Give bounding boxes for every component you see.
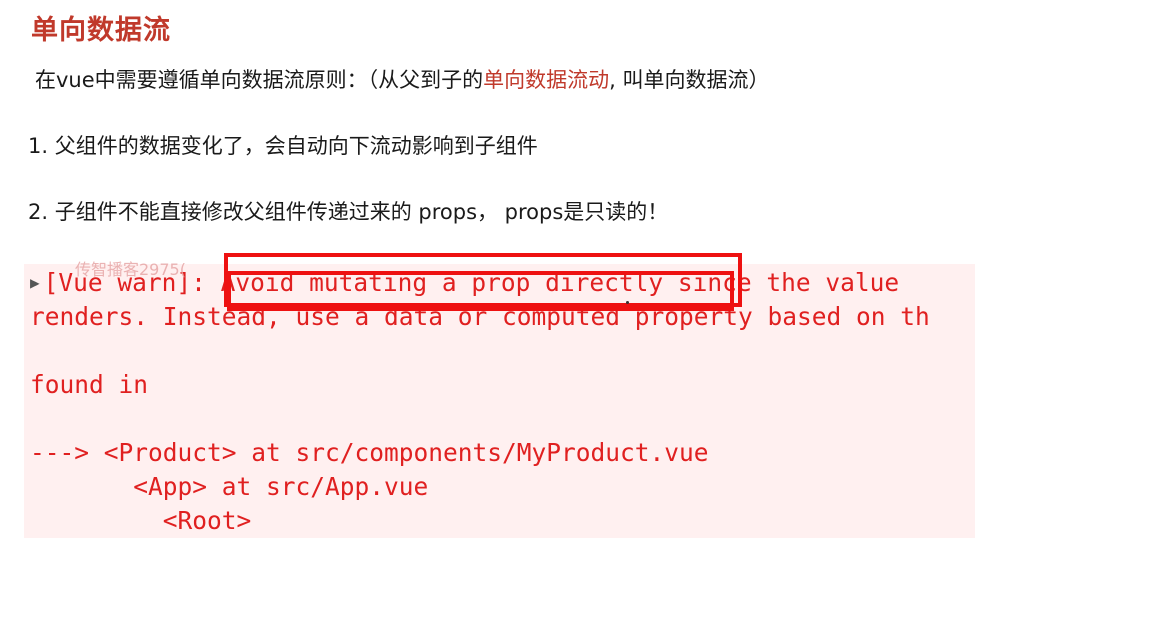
intro-prefix: 在vue中需要遵循单向数据流原则：（从父到子的 xyxy=(35,68,484,92)
rule-item-2: 2. 子组件不能直接修改父组件传递过来的 props， props是只读的！ xyxy=(28,200,669,224)
console-line-6: ---> <Product> at src/components/MyProdu… xyxy=(30,438,709,467)
intro-paragraph: 在vue中需要遵循单向数据流原则：（从父到子的单向数据流动, 叫单向数据流） xyxy=(35,64,770,94)
annotation-box-inner xyxy=(227,271,734,311)
intro-suffix: , 叫单向数据流） xyxy=(609,68,770,92)
console-line-5 xyxy=(30,402,930,436)
console-line-8: <Root> xyxy=(30,506,252,535)
console-line-7: <App> at src/App.vue xyxy=(30,472,429,501)
console-line-4: found in xyxy=(30,370,149,399)
console-line-3 xyxy=(30,334,930,368)
rule-item-1: 1. 父组件的数据变化了，会自动向下流动影响到子组件 xyxy=(28,134,538,158)
page-title: 单向数据流 xyxy=(31,15,171,46)
expand-triangle-icon[interactable]: ▶ xyxy=(30,273,40,292)
watermark-text: 传智播客2975( xyxy=(75,260,186,279)
cursor-dot xyxy=(626,301,629,304)
intro-highlight: 单向数据流动 xyxy=(483,68,610,92)
